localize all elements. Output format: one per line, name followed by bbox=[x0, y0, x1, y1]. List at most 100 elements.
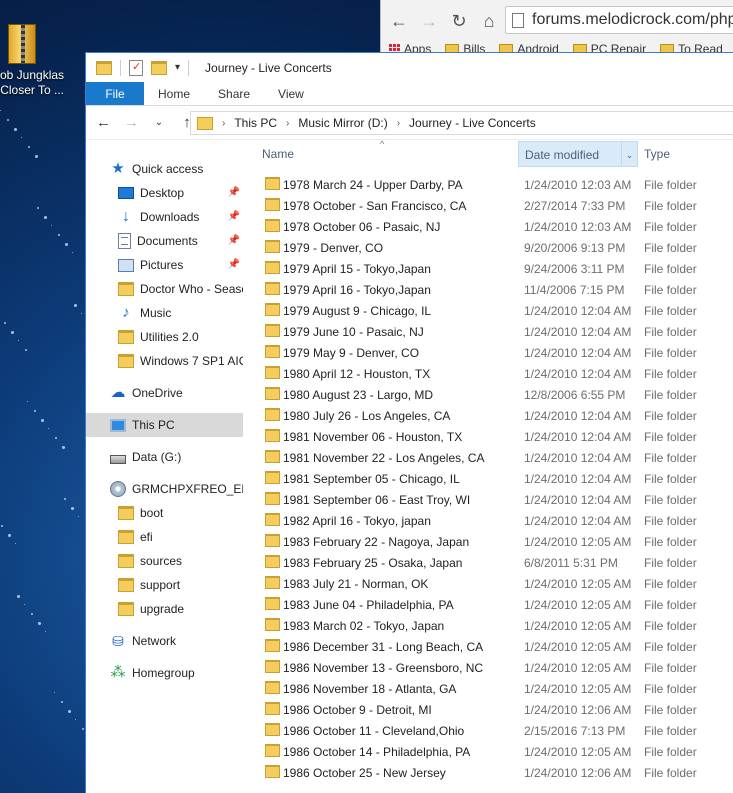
reload-icon[interactable]: ↻ bbox=[449, 11, 469, 32]
star-decoration bbox=[21, 137, 22, 138]
table-row[interactable]: 1979 April 16 - Tokyo,Japan 11/4/2006 7:1… bbox=[244, 279, 733, 300]
nav-downloads[interactable]: ↓ Downloads 📌 bbox=[86, 205, 243, 229]
table-row[interactable]: 1981 November 06 - Houston, TX 1/24/2010 … bbox=[244, 426, 733, 447]
folder-icon bbox=[118, 530, 134, 544]
star-decoration bbox=[48, 428, 49, 429]
nav-pictures[interactable]: Pictures 📌 bbox=[86, 253, 243, 277]
file-type: File folder bbox=[644, 282, 697, 297]
table-row[interactable]: 1980 August 23 - Largo, MD 12/8/2006 6:55… bbox=[244, 384, 733, 405]
nav-windows7[interactable]: Windows 7 SP1 AIO bbox=[86, 349, 243, 373]
tab-share[interactable]: Share bbox=[204, 82, 264, 105]
nav-onedrive[interactable]: ☁ OneDrive bbox=[86, 381, 243, 405]
file-date: 9/20/2006 9:13 PM bbox=[524, 240, 626, 255]
nav-efi[interactable]: efi bbox=[86, 525, 243, 549]
breadcrumb[interactable]: › This PC › Music Mirror (D:) › Journey … bbox=[190, 111, 733, 135]
star-decoration bbox=[82, 728, 84, 730]
table-row[interactable]: 1978 October - San Francisco, CA 2/27/201… bbox=[244, 195, 733, 216]
file-type: File folder bbox=[644, 261, 697, 276]
chevron-down-icon[interactable]: ⌄ bbox=[152, 117, 166, 128]
column-name[interactable]: Name bbox=[256, 141, 514, 167]
address-bar[interactable]: forums.melodicrock.com/php bbox=[505, 6, 733, 34]
nav-upgrade[interactable]: upgrade bbox=[86, 597, 243, 621]
tab-view[interactable]: View bbox=[264, 82, 318, 105]
properties-icon[interactable] bbox=[129, 59, 143, 76]
table-row[interactable]: 1981 September 06 - East Troy, WI 1/24/20… bbox=[244, 489, 733, 510]
table-row[interactable]: 1978 October 06 - Pasaic, NJ 1/24/2010 12… bbox=[244, 216, 733, 237]
chevron-right-icon[interactable]: › bbox=[286, 118, 289, 129]
table-row[interactable]: 1986 November 18 - Atlanta, GA 1/24/2010 … bbox=[244, 678, 733, 699]
table-row[interactable]: 1978 March 24 - Upper Darby, PA 1/24/2010… bbox=[244, 174, 733, 195]
column-type[interactable]: Type bbox=[638, 141, 728, 167]
chevron-right-icon[interactable]: › bbox=[397, 118, 400, 129]
table-row[interactable]: 1980 July 26 - Los Angeles, CA 1/24/2010 … bbox=[244, 405, 733, 426]
nav-boot[interactable]: boot bbox=[86, 501, 243, 525]
table-row[interactable]: 1982 April 16 - Tokyo, japan 1/24/2010 12… bbox=[244, 510, 733, 531]
table-row[interactable]: 1981 November 22 - Los Angeles, CA 1/24/2… bbox=[244, 447, 733, 468]
breadcrumb-this-pc[interactable]: This PC bbox=[234, 116, 277, 130]
table-row[interactable]: 1979 August 9 - Chicago, IL 1/24/2010 12:… bbox=[244, 300, 733, 321]
tab-file[interactable]: File bbox=[86, 82, 144, 105]
tab-home[interactable]: Home bbox=[144, 82, 204, 105]
table-row[interactable]: 1981 September 05 - Chicago, IL 1/24/2010… bbox=[244, 468, 733, 489]
table-row[interactable]: 1983 July 21 - Norman, OK 1/24/2010 12:05… bbox=[244, 573, 733, 594]
nav-utilities[interactable]: Utilities 2.0 bbox=[86, 325, 243, 349]
nav-desktop[interactable]: Desktop 📌 bbox=[86, 181, 243, 205]
file-date: 11/4/2006 7:15 PM bbox=[524, 282, 625, 297]
forward-arrow-icon[interactable]: → bbox=[419, 11, 439, 32]
nav-homegroup[interactable]: ⁂ Homegroup bbox=[86, 661, 243, 685]
back-arrow-icon[interactable]: ← bbox=[389, 11, 409, 32]
home-icon[interactable]: ⌂ bbox=[479, 11, 499, 32]
file-type: File folder bbox=[644, 240, 697, 255]
nav-this-pc[interactable]: This PC bbox=[86, 413, 243, 437]
explorer-window: ▾ Journey - Live Concerts File Home Shar… bbox=[85, 52, 733, 793]
table-row[interactable]: 1986 October 9 - Detroit, MI 1/24/2010 12… bbox=[244, 699, 733, 720]
document-icon bbox=[118, 233, 131, 249]
desktop-icon bbox=[118, 187, 134, 199]
file-type: File folder bbox=[644, 429, 697, 444]
back-arrow-icon[interactable]: ← bbox=[96, 114, 111, 131]
table-row[interactable]: 1986 October 11 - Cleveland,Ohio 2/15/201… bbox=[244, 720, 733, 741]
customize-toolbar-icon[interactable]: ▾ bbox=[175, 62, 180, 73]
file-type: File folder bbox=[644, 639, 697, 654]
file-name: 1979 May 9 - Denver, CO bbox=[283, 345, 420, 360]
column-headers: ^ Name Date modified ⌄ Type bbox=[244, 139, 733, 167]
table-row[interactable]: 1986 October 14 - Philadelphia, PA 1/24/2… bbox=[244, 741, 733, 762]
table-row[interactable]: 1983 March 02 - Tokyo, Japan 1/24/2010 12… bbox=[244, 615, 733, 636]
table-row[interactable]: 1986 December 31 - Long Beach, CA 1/24/20… bbox=[244, 636, 733, 657]
table-row[interactable]: 1986 October 25 - New Jersey 1/24/2010 12… bbox=[244, 762, 733, 783]
chevron-down-icon[interactable]: ⌄ bbox=[621, 142, 637, 166]
nav-data-g[interactable]: Data (G:) bbox=[86, 445, 243, 469]
star-icon: ★ bbox=[111, 160, 125, 177]
forward-arrow-icon[interactable]: → bbox=[124, 114, 139, 131]
nav-network[interactable]: ⛁ Network bbox=[86, 629, 243, 653]
table-row[interactable]: 1983 February 22 - Nagoya, Japan 1/24/201… bbox=[244, 531, 733, 552]
file-date: 1/24/2010 12:04 AM bbox=[524, 366, 632, 381]
table-row[interactable]: 1986 November 13 - Greensboro, NC 1/24/20… bbox=[244, 657, 733, 678]
table-row[interactable]: 1979 April 15 - Tokyo,Japan 9/24/2006 3:1… bbox=[244, 258, 733, 279]
nav-grmchpx[interactable]: GRMCHPXFREO_EN_ bbox=[86, 477, 243, 501]
nav-music[interactable]: ♪ Music bbox=[86, 301, 243, 325]
star-decoration bbox=[17, 595, 20, 598]
nav-sources[interactable]: sources bbox=[86, 549, 243, 573]
file-type: File folder bbox=[644, 513, 697, 528]
table-row[interactable]: 1979 May 9 - Denver, CO 1/24/2010 12:04 A… bbox=[244, 342, 733, 363]
breadcrumb-music-mirror[interactable]: Music Mirror (D:) bbox=[298, 116, 387, 130]
nav-quick-access[interactable]: ★ Quick access bbox=[86, 157, 243, 181]
breadcrumb-current-folder[interactable]: Journey - Live Concerts bbox=[409, 116, 536, 130]
table-row[interactable]: 1983 February 25 - Osaka, Japan 6/8/2011 … bbox=[244, 552, 733, 573]
new-folder-icon[interactable] bbox=[151, 60, 167, 75]
file-name: 1978 March 24 - Upper Darby, PA bbox=[283, 177, 463, 192]
column-date-modified[interactable]: Date modified ⌄ bbox=[518, 141, 638, 167]
table-row[interactable]: 1979 - Denver, CO 9/20/2006 9:13 PM File f… bbox=[244, 237, 733, 258]
nav-documents[interactable]: Documents 📌 bbox=[86, 229, 243, 253]
file-name: 1982 April 16 - Tokyo, japan bbox=[283, 513, 431, 528]
computer-icon bbox=[110, 418, 126, 432]
nav-support[interactable]: support bbox=[86, 573, 243, 597]
table-row[interactable]: 1979 June 10 - Pasaic, NJ 1/24/2010 12:04… bbox=[244, 321, 733, 342]
chevron-right-icon[interactable]: › bbox=[222, 118, 225, 129]
pin-icon: 📌 bbox=[227, 211, 240, 222]
nav-doctor-who[interactable]: Doctor Who - Seasc bbox=[86, 277, 243, 301]
folder-icon bbox=[265, 555, 280, 568]
table-row[interactable]: 1983 June 04 - Philadelphia, PA 1/24/2010… bbox=[244, 594, 733, 615]
table-row[interactable]: 1980 April 12 - Houston, TX 1/24/2010 12:… bbox=[244, 363, 733, 384]
